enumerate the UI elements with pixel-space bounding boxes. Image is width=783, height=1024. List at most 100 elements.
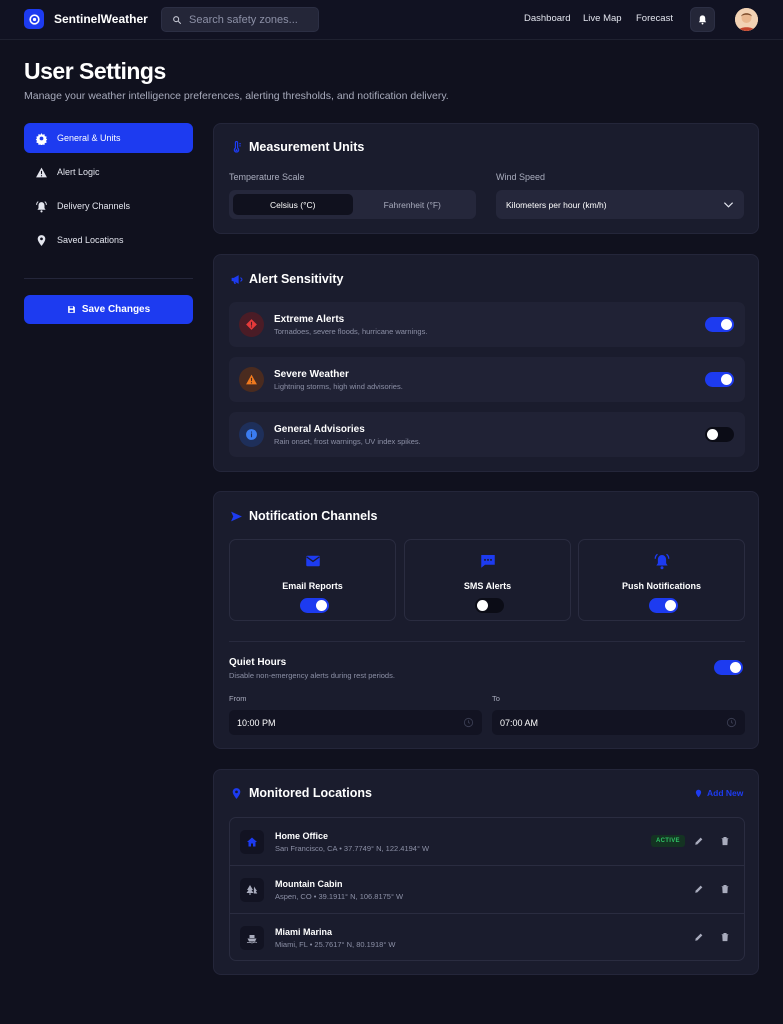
location-name: Mountain Cabin (275, 879, 343, 889)
notifications-button[interactable] (690, 7, 715, 32)
page-title: User Settings (24, 58, 166, 84)
notification-channels-card: Notification Channels Email Reports SMS … (213, 491, 759, 749)
extreme-alerts-toggle[interactable] (705, 317, 734, 332)
quiet-hours-toggle[interactable] (714, 660, 743, 675)
chevron-down-icon (723, 202, 734, 208)
send-icon (231, 511, 242, 522)
search-box[interactable] (161, 7, 319, 32)
from-time-value: 10:00 PM (237, 717, 276, 728)
push-notifications-toggle[interactable] (649, 598, 678, 613)
alert-title: Extreme Alerts (274, 313, 345, 325)
edit-icon[interactable] (694, 932, 704, 942)
location-name: Home Office (275, 831, 329, 841)
email-reports-toggle[interactable] (300, 598, 329, 613)
alert-title: General Advisories (274, 423, 365, 435)
sidebar-item-saved-locations[interactable]: Saved Locations (24, 225, 193, 255)
to-time-input[interactable]: 07:00 AM (492, 710, 745, 735)
sidebar-divider (24, 278, 193, 279)
save-icon (67, 306, 75, 313)
delete-icon[interactable] (720, 932, 730, 942)
sidebar-item-label: Saved Locations (57, 235, 124, 245)
sidebar-item-label: Delivery Channels (57, 201, 131, 211)
section-divider (229, 641, 745, 642)
add-location-icon (695, 789, 702, 797)
extreme-alert-icon (239, 312, 264, 337)
card-title: Monitored Locations (249, 786, 372, 800)
list-item-miami-marina[interactable]: Miami Marina Miami, FL • 25.7617° N, 80.… (230, 914, 744, 960)
save-changes-label: Save Changes (81, 304, 151, 315)
channel-name: Email Reports (282, 581, 343, 591)
card-title: Measurement Units (249, 140, 365, 154)
add-new-label: Add New (707, 788, 744, 798)
trees-icon (240, 878, 264, 902)
status-badge: ACTIVE (651, 835, 685, 847)
alert-row-extreme: Extreme Alerts Tornadoes, severe floods,… (229, 302, 745, 347)
from-label: From (229, 694, 247, 703)
boat-icon (240, 926, 264, 950)
sidebar-item-general-units[interactable]: General & Units (24, 123, 193, 153)
app-name[interactable]: SentinelWeather (54, 12, 148, 26)
sms-icon (481, 555, 495, 568)
alert-title: Severe Weather (274, 368, 349, 380)
sidebar-item-delivery-channels[interactable]: Delivery Channels (24, 191, 193, 221)
delete-icon[interactable] (720, 836, 730, 846)
location-name: Miami Marina (275, 927, 333, 937)
edit-icon[interactable] (694, 836, 704, 846)
sms-alerts-toggle[interactable] (475, 598, 504, 613)
alert-description: Rain onset, frost warnings, UV index spi… (274, 436, 421, 446)
pin-icon (232, 788, 241, 799)
sidebar-item-label: General & Units (57, 133, 121, 143)
list-item-mountain-cabin[interactable]: Mountain Cabin Aspen, CO • 39.1911° N, 1… (230, 866, 744, 914)
nav-dashboard[interactable]: Dashboard (524, 13, 570, 24)
alert-row-severe: Severe Weather Lightning storms, high wi… (229, 357, 745, 402)
channel-name: Push Notifications (621, 581, 701, 591)
app-logo-icon[interactable] (24, 9, 44, 29)
pin-icon (37, 234, 46, 246)
sidebar-item-alert-logic[interactable]: Alert Logic (24, 157, 193, 187)
thermometer-icon (233, 141, 241, 153)
avatar[interactable] (735, 8, 758, 31)
fahrenheit-option[interactable]: Fahrenheit (°F) (353, 194, 473, 215)
wind-speed-label: Wind Speed (496, 172, 546, 182)
nav-live-map[interactable]: Live Map (583, 13, 622, 24)
wind-speed-value: Kilometers per hour (km/h) (506, 199, 607, 210)
edit-icon[interactable] (694, 884, 704, 894)
quiet-hours-title: Quiet Hours (229, 657, 287, 668)
location-coords: San Francisco, CA • 37.7749° N, 122.4194… (275, 844, 430, 853)
megaphone-icon (231, 275, 243, 284)
info-icon (239, 422, 264, 447)
location-coords: Aspen, CO • 39.1911° N, 106.8175° W (275, 892, 404, 901)
alert-description: Lightning storms, high wind advisories. (274, 381, 403, 391)
clock-icon (463, 717, 474, 728)
to-time-value: 07:00 AM (500, 717, 539, 728)
to-label: To (492, 694, 500, 703)
alert-sensitivity-card: Alert Sensitivity Extreme Alerts Tornado… (213, 254, 759, 472)
save-changes-button[interactable]: Save Changes (24, 295, 193, 324)
list-item-home-office[interactable]: Home Office San Francisco, CA • 37.7749°… (230, 818, 744, 866)
severe-warning-icon (239, 367, 264, 392)
severe-weather-toggle[interactable] (705, 372, 734, 387)
mail-icon (306, 555, 320, 567)
temperature-scale-toggle[interactable]: Celsius (°C) Fahrenheit (°F) (229, 190, 476, 219)
from-time-input[interactable]: 10:00 PM (229, 710, 482, 735)
wind-speed-select[interactable]: Kilometers per hour (km/h) (496, 190, 744, 219)
measurement-units-card: Measurement Units Temperature Scale Cels… (213, 123, 759, 234)
locations-list: Home Office San Francisco, CA • 37.7749°… (229, 817, 745, 961)
search-input[interactable] (189, 13, 309, 26)
channel-email[interactable]: Email Reports (229, 539, 396, 621)
nav-forecast[interactable]: Forecast (636, 13, 673, 24)
add-new-location-button[interactable]: Add New (694, 788, 743, 798)
quiet-hours-description: Disable non-emergency alerts during rest… (229, 671, 395, 680)
channel-push[interactable]: Push Notifications (578, 539, 745, 621)
general-advisories-toggle[interactable] (705, 427, 734, 442)
delete-icon[interactable] (720, 884, 730, 894)
channel-name: SMS Alerts (463, 581, 512, 591)
bell-icon (698, 15, 707, 25)
warning-icon (36, 167, 47, 177)
home-icon (240, 830, 264, 854)
card-title: Alert Sensitivity (249, 272, 344, 286)
temperature-label: Temperature Scale (229, 172, 305, 182)
channel-sms[interactable]: SMS Alerts (404, 539, 571, 621)
location-coords: Miami, FL • 25.7617° N, 80.1918° W (275, 940, 396, 949)
celsius-option[interactable]: Celsius (°C) (233, 194, 353, 215)
